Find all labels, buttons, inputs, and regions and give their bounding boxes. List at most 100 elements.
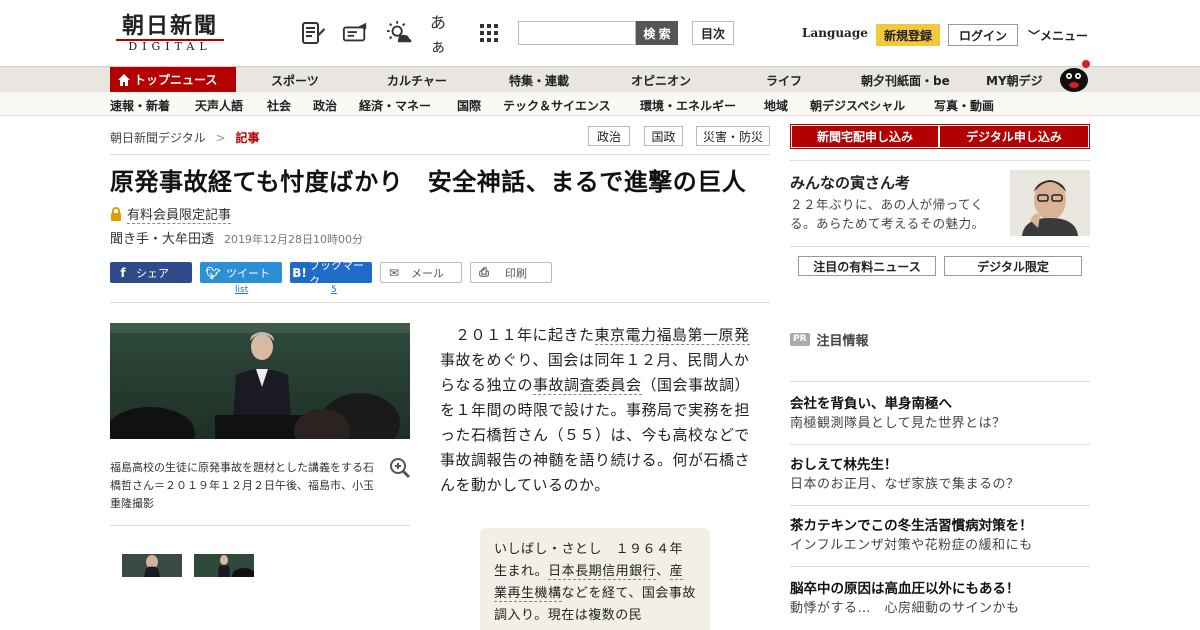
nav-sports[interactable]: スポーツ: [271, 72, 319, 89]
article-photo[interactable]: [110, 323, 410, 439]
subnav-politics[interactable]: 政治: [313, 97, 337, 114]
twitter-count[interactable]: list: [235, 285, 248, 295]
facebook-icon: f: [120, 265, 126, 280]
subnav-special[interactable]: 朝デジスペシャル: [810, 97, 905, 114]
profile-text: 、: [656, 564, 670, 579]
tag-national-politics[interactable]: 国政: [644, 126, 683, 146]
body-text: ２０１１年に起きた: [455, 326, 595, 344]
register-button[interactable]: 新規登録: [876, 24, 940, 46]
subnav-local[interactable]: 地域: [764, 97, 788, 114]
feature-title[interactable]: みんなの寅さん考: [790, 172, 910, 193]
subnav-breaking[interactable]: 速報・新着: [110, 97, 170, 114]
print-button[interactable]: ⎙ 印刷: [470, 262, 552, 283]
nav-life[interactable]: ライフ: [766, 72, 802, 89]
breadcrumb: 朝日新聞デジタル > 記事: [110, 129, 260, 146]
newspaper-edit-icon[interactable]: [300, 20, 326, 46]
nav-culture[interactable]: カルチャー: [387, 72, 447, 89]
pr-item[interactable]: 茶カテキンでこの冬生活習慣病対策を！ インフルエンザ対策や花粉症の緩和にも: [790, 516, 1090, 556]
facebook-share-label: シェア: [136, 266, 169, 280]
zoom-icon[interactable]: [389, 457, 411, 479]
subnav-society[interactable]: 社会: [267, 97, 291, 114]
ticket-svg: [342, 22, 367, 42]
language-link[interactable]: Language: [802, 26, 868, 40]
ticket-icon[interactable]: [342, 20, 368, 46]
thumbnail-2-svg: [194, 554, 254, 577]
mascot-icon[interactable]: [1056, 58, 1092, 92]
portrait-svg: [1010, 170, 1090, 236]
tab-digital-only[interactable]: デジタル限定: [944, 256, 1082, 276]
search-input[interactable]: [518, 21, 636, 45]
contents-button[interactable]: 目次: [692, 21, 734, 45]
weather-icon[interactable]: [386, 20, 412, 46]
nav-opinion[interactable]: オピニオン: [631, 72, 691, 89]
pr-item-desc: 日本のお正月、なぜ家族で集まるの？: [790, 477, 1020, 492]
apply-newspaper-button[interactable]: 新聞宅配申し込み: [792, 126, 938, 147]
tag-politics[interactable]: 政治: [588, 126, 630, 146]
pr-item[interactable]: 脳卒中の原因は高血圧以外にもある！ 動悸がする… 心房細動のサインかも: [790, 579, 1090, 619]
pr-item-title: 会社を背負い、単身南極へ: [790, 396, 952, 412]
facebook-share-button[interactable]: f シェア: [110, 262, 192, 283]
pr-item-desc: 動悸がする… 心房細動のサインかも: [790, 601, 1020, 616]
nav-top-news-label: トップニュース: [134, 73, 218, 87]
subnav-tech[interactable]: テック＆サイエンス: [503, 97, 611, 114]
twitter-icon: 🐦︎: [205, 265, 221, 280]
pr-badge: PR: [790, 333, 810, 346]
byline: 聞き手・大牟田透 2019年12月28日10時00分: [110, 228, 363, 247]
mail-label: メール: [411, 266, 444, 280]
pr-item[interactable]: おしえて林先生！ 日本のお正月、なぜ家族で集まるの？: [790, 455, 1090, 495]
body-link[interactable]: 事故調査委員会: [533, 376, 642, 395]
paid-member-badge: 有料会員限定記事: [110, 204, 232, 224]
thumbnail-1-svg: [122, 554, 182, 577]
pr-item-title: おしえて林先生！: [790, 457, 898, 473]
hatena-icon: B!: [292, 265, 307, 280]
divider: [790, 246, 1090, 247]
twitter-share-button[interactable]: 🐦︎ ツイート: [200, 262, 282, 283]
breadcrumb-current: 記事: [235, 131, 260, 145]
nav-my-asadigi[interactable]: MY朝デジ: [986, 72, 1043, 89]
nav-paper[interactable]: 朝夕刊紙面・be: [861, 72, 950, 89]
subnav-international[interactable]: 国際: [457, 97, 481, 114]
subnav-photo-video[interactable]: 写真・動画: [934, 97, 994, 114]
login-button[interactable]: ログイン: [948, 24, 1018, 46]
photo-thumbnail[interactable]: [122, 554, 182, 577]
divider: [790, 566, 1090, 567]
mascot-svg: [1060, 60, 1090, 92]
weather-svg: [386, 20, 412, 43]
logo-main: 朝日新聞: [121, 13, 218, 39]
mail-share-button[interactable]: ✉ メール: [380, 262, 462, 283]
tab-featured-paid-news[interactable]: 注目の有料ニュース: [798, 256, 936, 276]
profile-link[interactable]: 日本長期信用銀行: [548, 564, 657, 580]
feature-image[interactable]: [1010, 170, 1090, 236]
hatena-bookmark-button[interactable]: B! ブックマーク: [290, 259, 372, 288]
subnav-environment[interactable]: 環境・エネルギー: [640, 97, 736, 114]
lecture-photo-svg: [110, 323, 410, 439]
photo-caption: 福島高校の生徒に原発事故を題材とした講義をする石橋哲さん＝２０１９年１２月２日午…: [110, 461, 374, 510]
body-link[interactable]: 東京電力福島第一原発: [594, 326, 750, 345]
article-body: ２０１１年に起きた東京電力福島第一原発事故をめぐり、国会は同年１２月、民間人から…: [440, 323, 752, 498]
breadcrumb-separator: >: [215, 131, 226, 145]
pr-item[interactable]: 会社を背負い、単身南極へ 南極観測隊員として見た世界とは？: [790, 394, 1090, 434]
breadcrumb-home[interactable]: 朝日新聞デジタル: [110, 131, 206, 145]
subnav-economy[interactable]: 経済・マネー: [359, 97, 431, 114]
asahi-logo[interactable]: 朝日新聞 DIGITAL: [110, 14, 230, 54]
apps-grid-icon[interactable]: [476, 20, 502, 46]
pr-item-desc: 南極観測隊員として見た世界とは？: [790, 416, 1006, 431]
subnav-tenseijingo[interactable]: 天声人語: [195, 97, 243, 114]
paid-member-label[interactable]: 有料会員限定記事: [127, 204, 232, 224]
menu-label: メニュー: [1040, 29, 1089, 43]
menu-button[interactable]: ﹀メニュー: [1028, 27, 1088, 44]
logo-sub: DIGITAL: [128, 40, 212, 53]
photo-thumbnail[interactable]: [194, 554, 254, 577]
tag-disaster[interactable]: 災害・防災: [696, 126, 770, 146]
apps-grid-svg: [480, 24, 498, 42]
pr-heading-label: 注目情報: [816, 334, 869, 349]
text-size-icon[interactable]: あぁ: [430, 13, 456, 56]
zoom-svg: [390, 458, 411, 479]
nav-features[interactable]: 特集・連載: [509, 72, 569, 89]
search-button[interactable]: 検 索: [636, 21, 678, 45]
nav-top-news[interactable]: トップニュース: [110, 67, 236, 92]
twitter-share-label: ツイート: [226, 266, 270, 280]
hatena-count[interactable]: 5: [331, 285, 337, 295]
apply-digital-button[interactable]: デジタル申し込み: [940, 126, 1088, 147]
mail-icon: ✉: [388, 265, 400, 280]
